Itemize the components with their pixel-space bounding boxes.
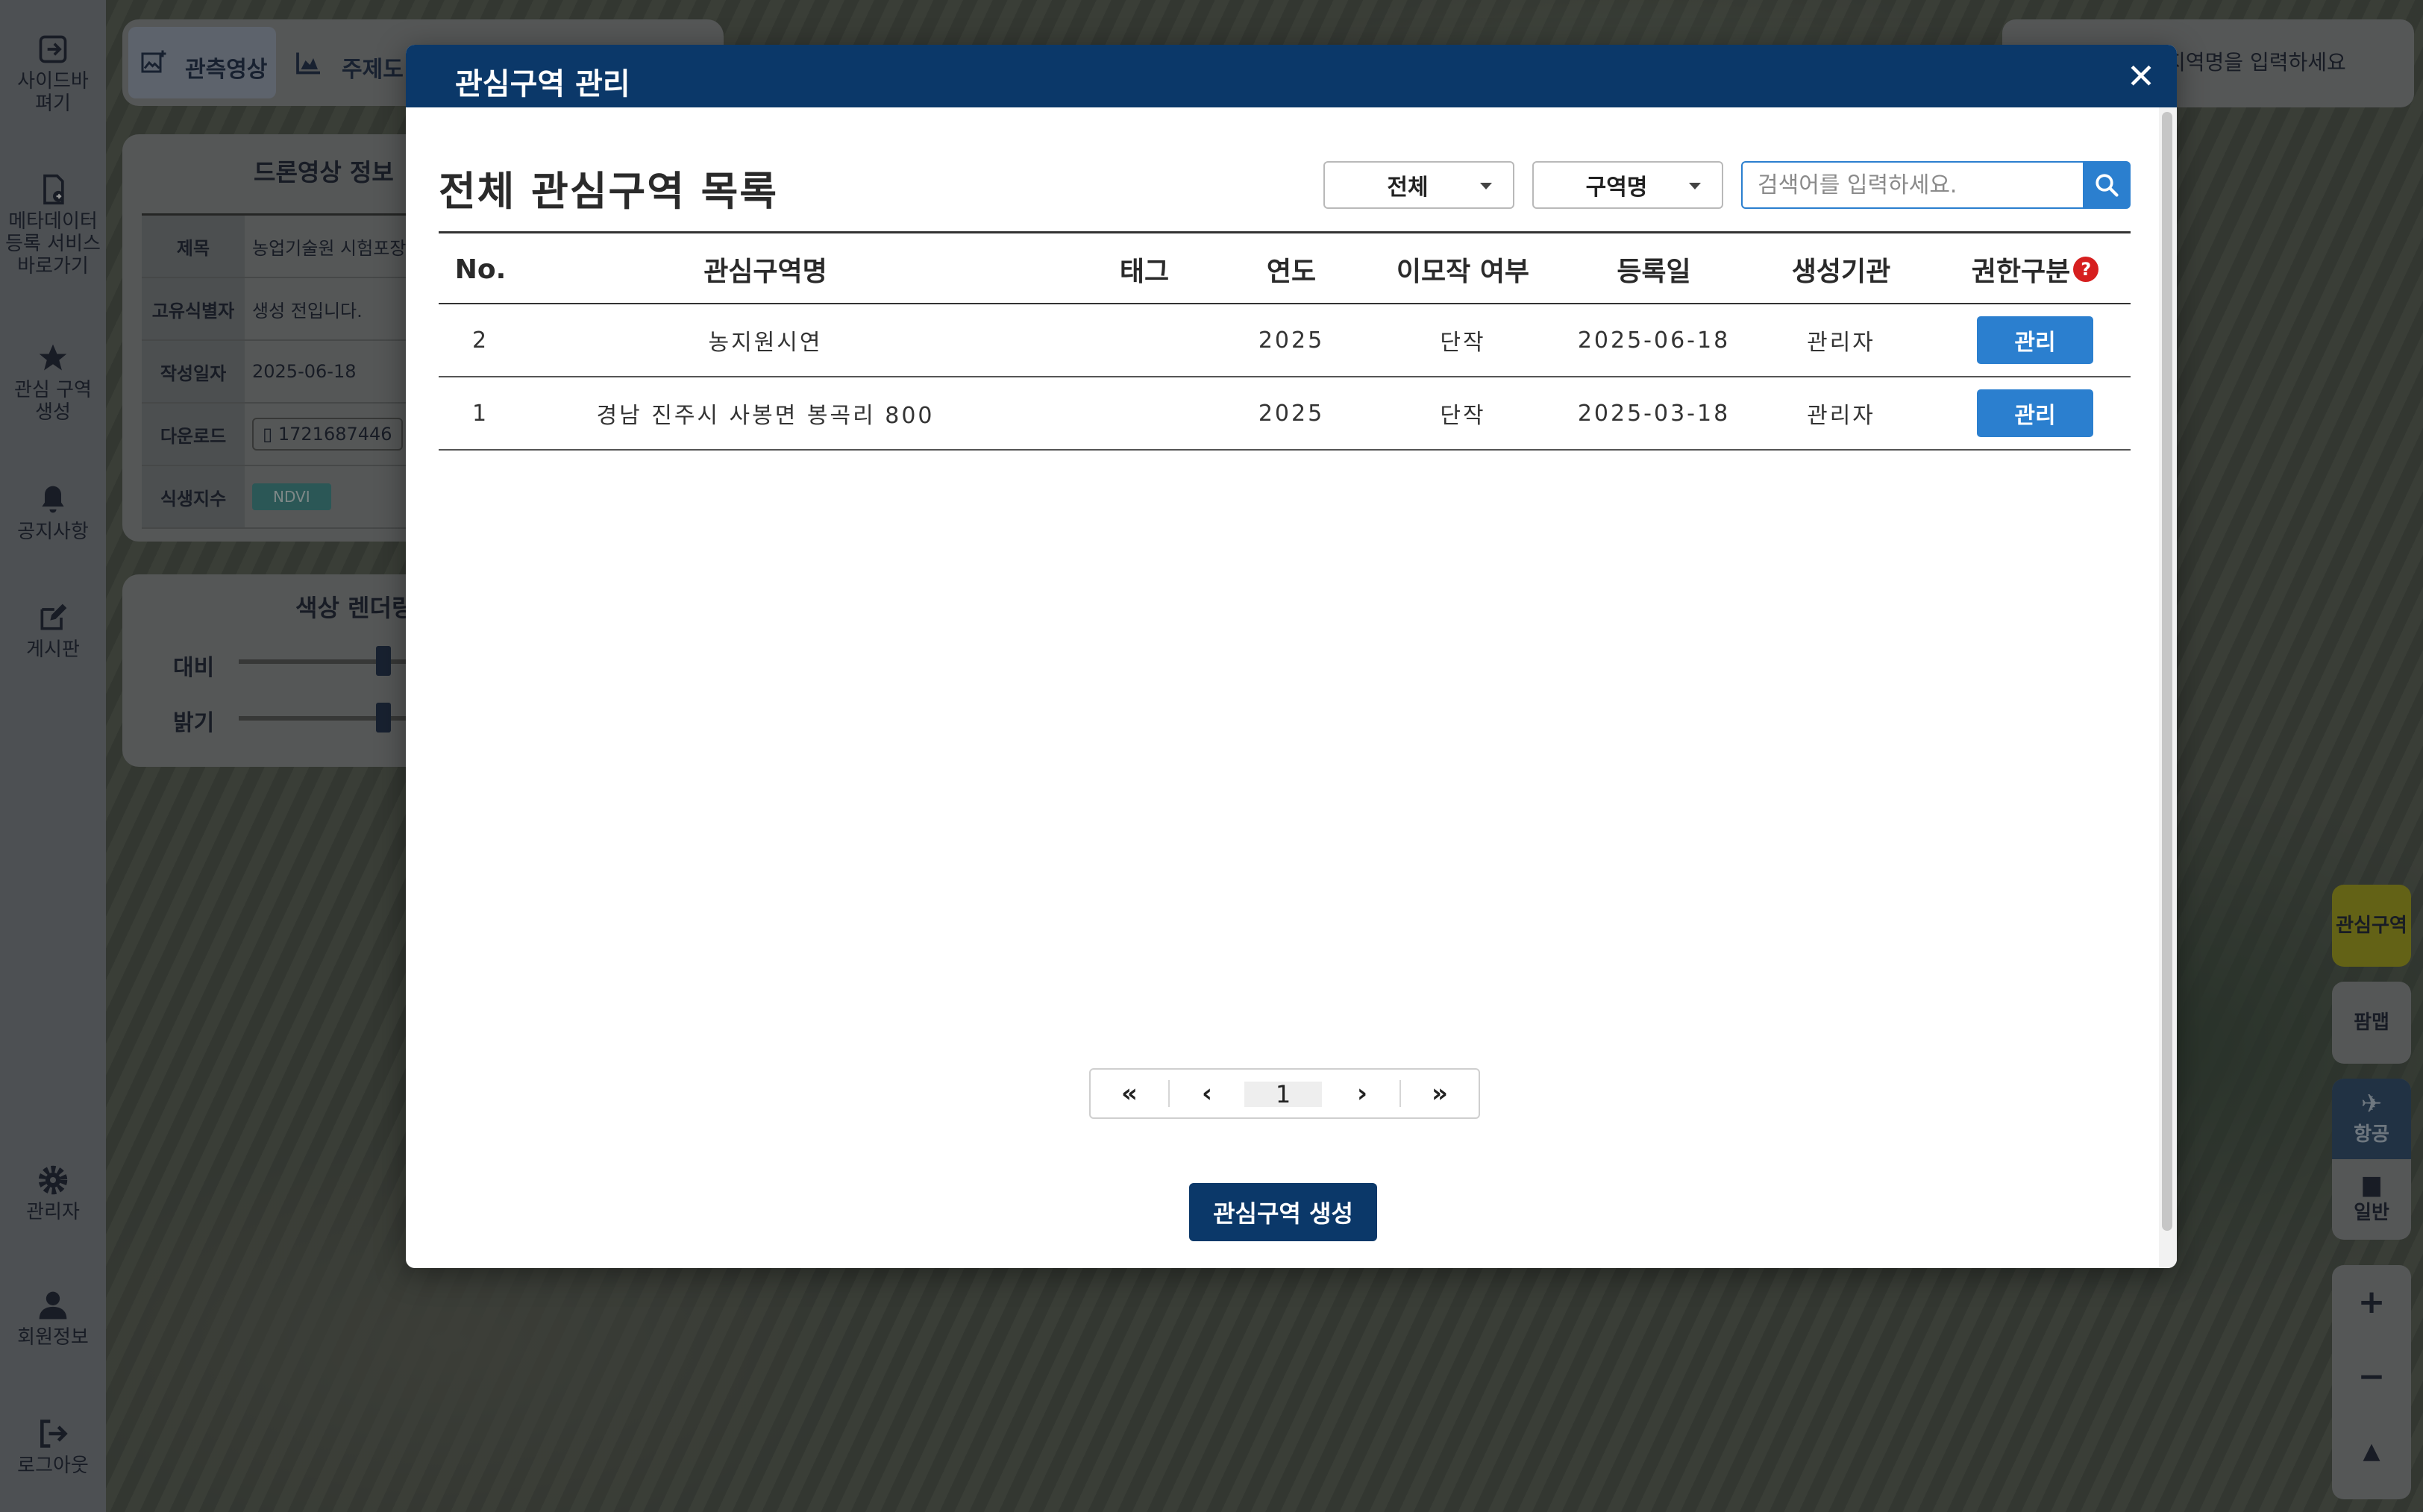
modal-title: 관심구역 관리 [455,67,630,101]
cell-no: 1 [471,400,489,427]
table-header: No. 관심구역명 태그 연도 이모작 여부 등록일 생성기관 권한구분? [439,231,2131,304]
cell-year: 2025 [1258,400,1325,427]
col-permission: 권한구분? [1940,233,2131,305]
search-input[interactable] [1741,161,2083,209]
cell-year: 2025 [1258,327,1325,354]
chevron-down-icon [1689,183,1701,189]
filter-all-select[interactable]: 전체 [1323,161,1514,209]
col-permission-label: 권한구분 [1971,257,2071,287]
search-button[interactable] [2083,161,2131,209]
col-no: No. [454,254,507,285]
col-org: 생성기관 [1791,257,1891,287]
aoi-table: No. 관심구역명 태그 연도 이모작 여부 등록일 생성기관 권한구분? 2 … [439,231,2131,451]
modal-scrollbar[interactable] [2159,107,2177,1268]
cell-action: 관리 [1940,304,2131,376]
list-title: 전체 관심구역 목록 [439,168,779,215]
manage-button[interactable]: 관리 [1977,316,2093,364]
col-year: 연도 [1266,257,1317,287]
filter-field-value: 구역명 [1585,175,1648,201]
modal-header: 관심구역 관리 ✕ [406,45,2177,107]
col-double-crop: 이모작 여부 [1396,257,1530,287]
cell-org: 관리자 [1807,330,1875,356]
search-icon [2096,174,2119,197]
cell-action: 관리 [1940,377,2131,449]
filter-all-value: 전체 [1387,175,1429,201]
next-page-button[interactable]: › [1323,1070,1401,1117]
last-page-button[interactable]: » [1401,1070,1479,1117]
table-row[interactable]: 2 농지원시연 2025 단작 2025-06-18 관리자 관리 [439,304,2131,377]
prev-page-button[interactable]: ‹ [1168,1070,1246,1117]
cell-registered: 2025-03-18 [1577,400,1731,427]
filter-field-select[interactable]: 구역명 [1532,161,1723,209]
col-name: 관심구역명 [703,257,827,287]
chevron-down-icon [1480,183,1492,189]
pagination: « ‹ 1 › » [1089,1068,1480,1119]
cell-name: 농지원시연 [708,330,823,356]
cell-double-crop: 단작 [1440,330,1486,356]
first-page-button[interactable]: « [1091,1070,1168,1117]
close-icon[interactable]: ✕ [2123,58,2159,94]
scroll-thumb[interactable] [2162,112,2172,1231]
cell-registered: 2025-06-18 [1577,327,1731,354]
cell-name: 경남 진주시 사봉면 봉곡리 800 [596,403,935,429]
cell-org: 관리자 [1807,403,1875,429]
aoi-management-modal: 관심구역 관리 ✕ 전체 관심구역 목록 전체 구역명 No. 관심구역명 태그… [406,45,2177,1268]
cell-double-crop: 단작 [1440,403,1486,429]
help-icon[interactable]: ? [2073,257,2099,282]
table-row[interactable]: 1 경남 진주시 사봉면 봉곡리 800 2025 단작 2025-03-18 … [439,377,2131,451]
cell-no: 2 [471,327,489,354]
col-registered: 등록일 [1617,257,1691,287]
create-aoi-modal-button[interactable]: 관심구역 생성 [1189,1183,1377,1241]
current-page[interactable]: 1 [1244,1080,1322,1108]
manage-button[interactable]: 관리 [1977,389,2093,437]
